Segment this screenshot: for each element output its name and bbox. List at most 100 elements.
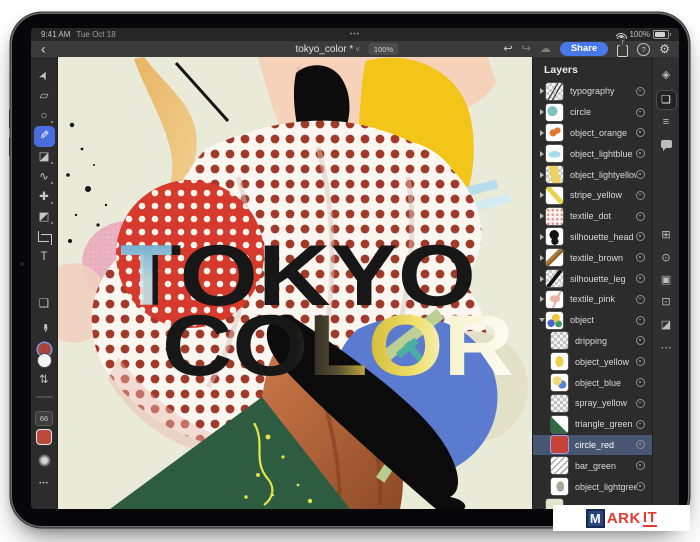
text-tool[interactable]: T <box>31 247 58 267</box>
cloud-sync-icon[interactable]: ☁ <box>540 44 551 55</box>
layer-row-silhouette_leg[interactable]: silhouette_leg <box>533 268 652 289</box>
add-layer-button[interactable]: ⊞ <box>656 225 677 245</box>
clip-mask-button[interactable]: ⊡ <box>656 292 677 312</box>
multitask-dots[interactable]: ••• <box>350 31 360 38</box>
layer-thumbnail[interactable] <box>551 395 568 412</box>
layers-panel-tab[interactable]: ◈ <box>656 65 677 85</box>
brush-size-badge[interactable]: 66 <box>35 411 53 426</box>
layer-row-silhouette_head[interactable]: silhouette_head <box>533 227 652 248</box>
settings-button[interactable]: ⚙ <box>659 43 670 55</box>
visibility-eye-icon[interactable] <box>636 191 645 200</box>
smudge-tool[interactable]: ∿ <box>31 167 58 187</box>
layer-thumbnail[interactable] <box>546 145 563 162</box>
visibility-eye-icon[interactable] <box>636 274 645 283</box>
layer-row-object_lightgreen[interactable]: object_lightgreen <box>533 476 652 497</box>
layer-thumbnail[interactable] <box>546 124 563 141</box>
expander-collapsed-icon[interactable] <box>537 192 546 198</box>
visibility-eye-icon[interactable] <box>636 399 645 408</box>
expander-collapsed-icon[interactable] <box>537 276 546 282</box>
export-button[interactable] <box>617 45 628 57</box>
layer-thumbnail[interactable] <box>551 436 568 453</box>
toolbar-more-button[interactable]: ••• <box>31 478 58 490</box>
layer-thumbnail[interactable] <box>551 416 568 433</box>
layer-thumbnail[interactable] <box>546 270 563 287</box>
fill-tool[interactable]: ◩ <box>31 207 58 227</box>
visibility-eye-icon[interactable] <box>636 357 645 366</box>
expander-collapsed-icon[interactable] <box>537 172 546 178</box>
layer-row-object_yellow[interactable]: object_yellow <box>533 351 652 372</box>
secondary-color-well[interactable] <box>38 354 51 367</box>
layer-row-object_orange[interactable]: object_orange <box>533 123 652 144</box>
visibility-eye-icon[interactable] <box>636 212 645 221</box>
visibility-eye-icon[interactable] <box>636 108 645 117</box>
layer-row-textile_dot[interactable]: textile_dot <box>533 206 652 227</box>
layer-thumbnail[interactable] <box>546 187 563 204</box>
layer-thumbnail[interactable] <box>551 374 568 391</box>
layer-row-dripping[interactable]: dripping <box>533 331 652 352</box>
visibility-eye-icon[interactable] <box>636 336 645 345</box>
visibility-eye-icon[interactable] <box>636 420 645 429</box>
layer-thumbnail[interactable] <box>546 104 563 121</box>
layer-thumbnail[interactable] <box>551 457 568 474</box>
share-button[interactable]: Share <box>560 42 608 57</box>
visibility-eye-icon[interactable] <box>636 482 645 491</box>
eyedropper-tool[interactable]: ✒ <box>34 315 54 342</box>
visibility-eye-icon[interactable] <box>636 87 645 96</box>
undo-button[interactable]: ↩ <box>503 44 512 55</box>
layer-properties-tab[interactable]: ❏ <box>656 90 677 110</box>
layer-thumbnail[interactable] <box>546 208 563 225</box>
visibility-eye-icon[interactable] <box>636 295 645 304</box>
back-button[interactable]: ‹ <box>41 41 46 55</box>
expander-collapsed-icon[interactable] <box>537 88 546 94</box>
visibility-eye-icon[interactable] <box>636 170 645 179</box>
layer-thumbnail[interactable] <box>546 83 563 100</box>
visibility-eye-icon[interactable] <box>636 232 645 241</box>
visibility-eye-icon[interactable] <box>636 461 645 470</box>
layer-row-object_lightblue[interactable]: object_lightblue <box>533 143 652 164</box>
expander-collapsed-icon[interactable] <box>537 109 546 115</box>
expander-collapsed-icon[interactable] <box>537 296 546 302</box>
expander-collapsed-icon[interactable] <box>537 234 546 240</box>
brush-tool[interactable]: ✎ <box>34 126 55 147</box>
layer-row-bar_green[interactable]: bar_green <box>533 455 652 476</box>
expander-expanded-icon[interactable] <box>537 318 546 322</box>
layer-row-object_blue[interactable]: object_blue <box>533 372 652 393</box>
expander-collapsed-icon[interactable] <box>537 255 546 261</box>
layer-thumbnail[interactable] <box>546 228 563 245</box>
visibility-eye-icon[interactable] <box>636 128 645 137</box>
layer-row-typography[interactable]: typography <box>533 81 652 102</box>
lasso-polygon-tool[interactable]: ▱ <box>31 86 58 106</box>
expander-collapsed-icon[interactable] <box>537 213 546 219</box>
adjustments-tab[interactable]: ≡ <box>656 112 677 132</box>
layer-thumbnail[interactable] <box>551 478 568 495</box>
layer-row-object[interactable]: object <box>533 310 652 331</box>
layer-row-triangle_green[interactable]: triangle_green <box>533 414 652 435</box>
layer-row-object_lightyellow[interactable]: object_lightyellow <box>533 164 652 185</box>
layer-row-spray_yellow[interactable]: spray_yellow <box>533 393 652 414</box>
artwork-svg[interactable]: TOKYO T COLOR <box>58 57 532 509</box>
lasso-tool[interactable]: ○ <box>31 106 58 126</box>
layer-row-textile_brown[interactable]: textile_brown <box>533 247 652 268</box>
layer-row-circle[interactable]: circle <box>533 102 652 123</box>
layer-row-stripe_yellow[interactable]: stripe_yellow <box>533 185 652 206</box>
expander-collapsed-icon[interactable] <box>537 151 546 157</box>
zoom-level-badge[interactable]: 100% <box>369 43 398 55</box>
layer-thumbnail[interactable] <box>546 312 563 329</box>
canvas-artwork[interactable]: TOKYO T COLOR <box>58 57 532 509</box>
layer-thumbnail[interactable] <box>546 249 563 266</box>
layer-visibility-button[interactable]: ⊙ <box>656 248 677 268</box>
comments-tab[interactable] <box>656 135 677 155</box>
layer-mask-button[interactable]: ▣ <box>656 270 677 290</box>
soft-brush-preview[interactable] <box>38 454 51 467</box>
document-title[interactable]: tokyo_color *˅ <box>295 44 359 55</box>
active-color-swatch[interactable] <box>36 429 52 445</box>
layer-thumbnail[interactable] <box>546 291 563 308</box>
layer-thumbnail[interactable] <box>551 332 568 349</box>
color-wells[interactable] <box>31 343 58 369</box>
visibility-eye-icon[interactable] <box>636 378 645 387</box>
visibility-eye-icon[interactable] <box>636 149 645 158</box>
eraser-tool[interactable]: ◪ <box>31 147 58 167</box>
healing-brush-tool[interactable]: ✚ <box>31 187 58 207</box>
strip-more-button[interactable]: ⋯ <box>656 338 677 358</box>
crop-tool[interactable] <box>31 227 58 247</box>
